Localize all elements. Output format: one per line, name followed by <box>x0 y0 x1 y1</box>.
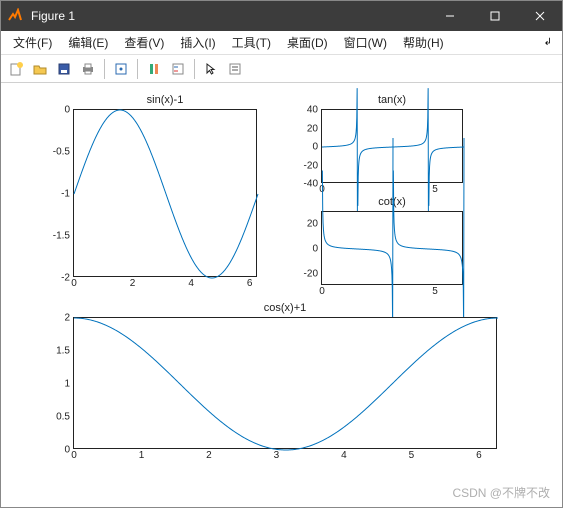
minimize-button[interactable] <box>427 1 472 31</box>
xtick: 0 <box>71 276 77 289</box>
xtick: 2 <box>206 448 212 461</box>
axes-cos[interactable]: cos(x)+100.511.520123456 <box>73 317 497 449</box>
ytick: 1 <box>64 379 74 390</box>
menu-help[interactable]: 帮助(H) <box>395 32 452 53</box>
pointer-button[interactable] <box>200 58 222 80</box>
open-button[interactable] <box>29 58 51 80</box>
xtick: 5 <box>409 448 415 461</box>
ytick: 20 <box>307 123 322 134</box>
menu-overflow-icon[interactable]: ↲ <box>538 35 558 50</box>
toolbar-separator <box>104 59 105 79</box>
xtick: 6 <box>476 448 482 461</box>
ytick: -1.5 <box>53 231 74 242</box>
figure-window: Figure 1 文件(F) 编辑(E) 查看(V) 插入(I) 工具(T) 桌… <box>0 0 563 508</box>
menu-window[interactable]: 窗口(W) <box>336 32 395 53</box>
datacursor-button[interactable] <box>110 58 132 80</box>
ytick: -20 <box>304 268 322 279</box>
titlebar[interactable]: Figure 1 <box>1 1 562 31</box>
ytick: 20 <box>307 219 322 230</box>
colorbar-button[interactable] <box>143 58 165 80</box>
menu-file[interactable]: 文件(F) <box>5 32 60 53</box>
plot-line <box>74 318 496 448</box>
xtick: 4 <box>188 276 194 289</box>
ytick: 2 <box>64 313 74 324</box>
toolbar <box>1 55 562 83</box>
axes-title: sin(x)-1 <box>74 94 256 106</box>
figure-canvas: CSDN @不牌不改 sin(x)-1-2-1.5-1-0.500246 tan(… <box>1 83 562 507</box>
xtick: 2 <box>130 276 136 289</box>
menu-insert[interactable]: 插入(I) <box>172 32 223 53</box>
ytick: 0 <box>64 105 74 116</box>
ytick: -0.5 <box>53 147 74 158</box>
xtick: 5 <box>432 182 438 195</box>
print-button[interactable] <box>77 58 99 80</box>
plot-line <box>322 110 462 182</box>
axes-title: cot(x) <box>322 196 462 208</box>
matlab-logo-icon <box>7 8 23 24</box>
menu-desktop[interactable]: 桌面(D) <box>279 32 336 53</box>
toolbar-separator <box>137 59 138 79</box>
watermark: CSDN @不牌不改 <box>452 484 550 501</box>
axes-title: cos(x)+1 <box>74 302 496 314</box>
menubar: 文件(F) 编辑(E) 查看(V) 插入(I) 工具(T) 桌面(D) 窗口(W… <box>1 31 562 55</box>
ytick: -1 <box>61 189 74 200</box>
xtick: 1 <box>139 448 145 461</box>
window-title: Figure 1 <box>31 9 427 23</box>
ytick: 0.5 <box>56 412 74 423</box>
toolbar-separator <box>194 59 195 79</box>
xtick: 0 <box>71 448 77 461</box>
menu-edit[interactable]: 编辑(E) <box>60 32 116 53</box>
save-button[interactable] <box>53 58 75 80</box>
new-figure-button[interactable] <box>5 58 27 80</box>
menu-tools[interactable]: 工具(T) <box>224 32 279 53</box>
xtick: 6 <box>247 276 253 289</box>
plot-line <box>74 110 256 276</box>
ytick: 1.5 <box>56 346 74 357</box>
xtick: 5 <box>432 284 438 297</box>
axes-title: tan(x) <box>322 94 462 106</box>
axes-sin[interactable]: sin(x)-1-2-1.5-1-0.500246 <box>73 109 257 277</box>
ytick: 0 <box>312 142 322 153</box>
edit-plot-button[interactable] <box>224 58 246 80</box>
maximize-button[interactable] <box>472 1 517 31</box>
legend-button[interactable] <box>167 58 189 80</box>
ytick: 40 <box>307 105 322 116</box>
ytick: -20 <box>304 160 322 171</box>
plot-line <box>322 212 462 284</box>
xtick: 0 <box>319 284 325 297</box>
ytick: 0 <box>312 244 322 255</box>
axes-cot[interactable]: cot(x)-2002005 <box>321 211 463 285</box>
menu-view[interactable]: 查看(V) <box>116 32 172 53</box>
axes-tan[interactable]: tan(x)-40-200204005 <box>321 109 463 183</box>
close-button[interactable] <box>517 1 562 31</box>
xtick: 4 <box>341 448 347 461</box>
